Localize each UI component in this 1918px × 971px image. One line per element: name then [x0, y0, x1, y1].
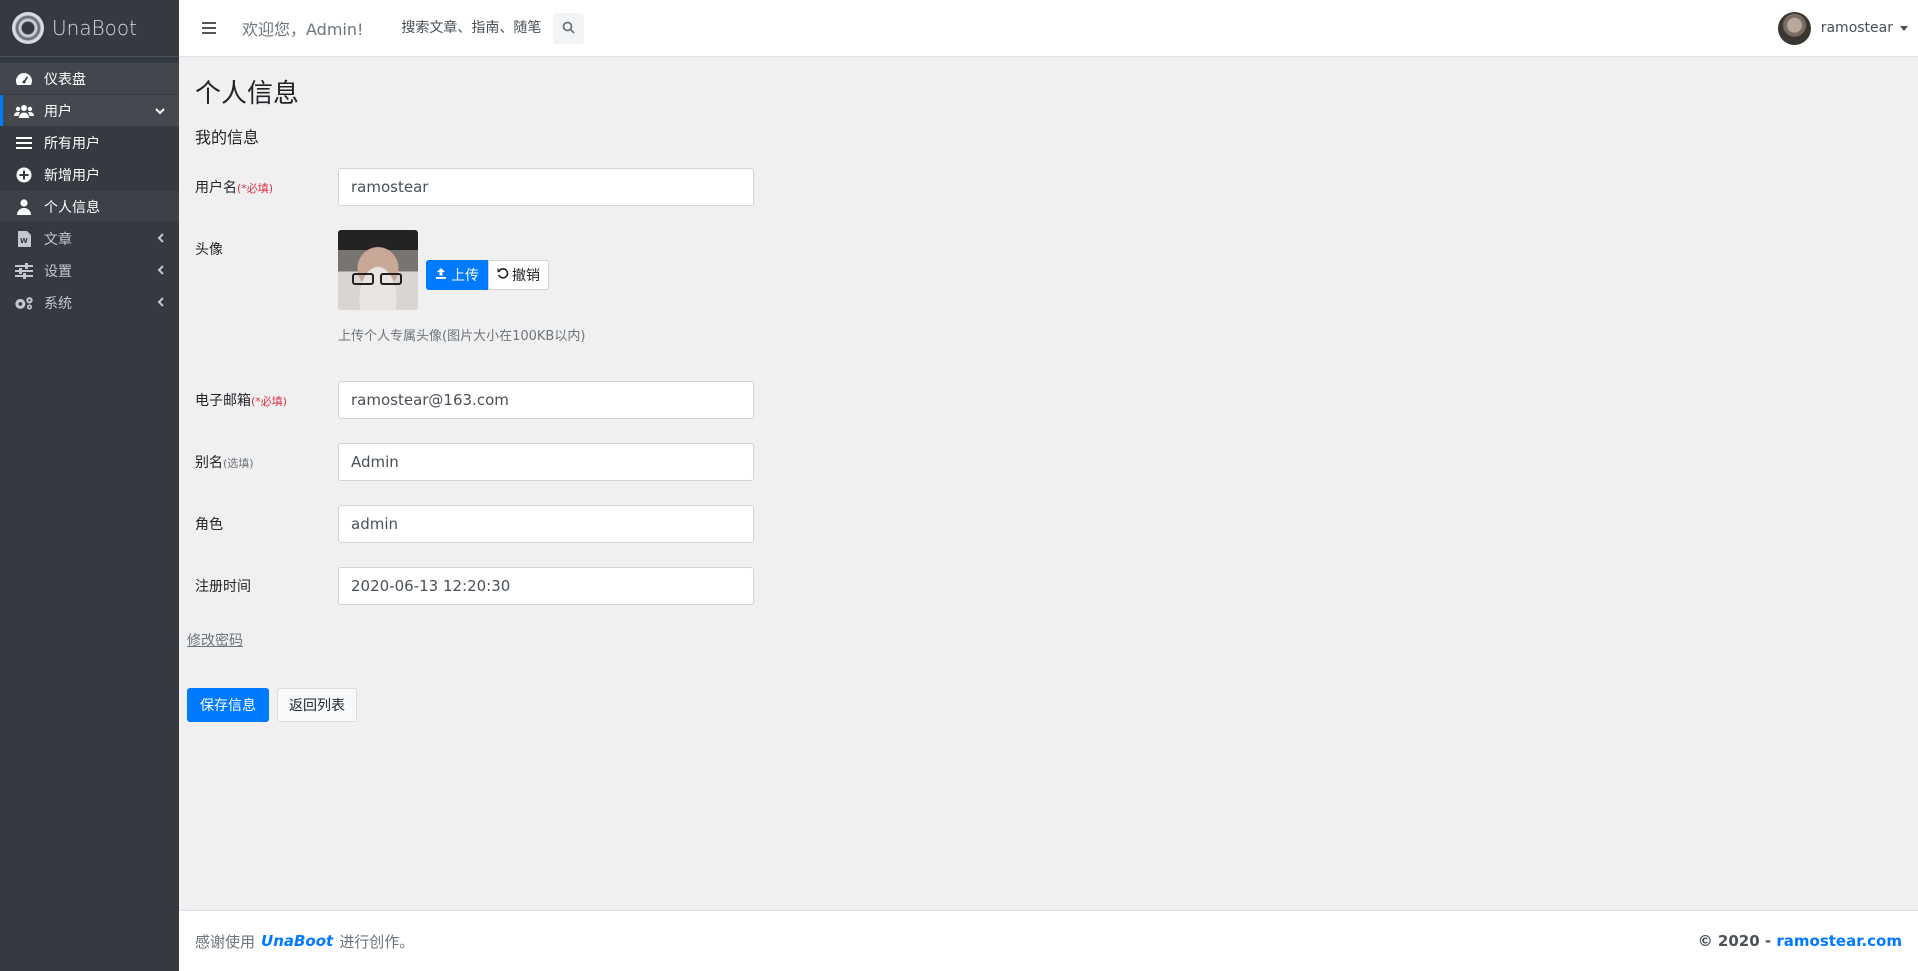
sidebar-item-label: 仪表盘	[44, 71, 86, 88]
username-label-text: 用户名	[195, 180, 237, 196]
sidebar-item-users[interactable]: 用户	[0, 95, 179, 126]
sidebar-item-settings[interactable]: 设置	[0, 255, 179, 286]
sidebar-item-dashboard[interactable]: 仪表盘	[0, 63, 179, 94]
cogs-icon	[14, 295, 34, 311]
search-input[interactable]	[401, 12, 552, 44]
glasses-detail	[352, 273, 404, 285]
sidebar-item-all-users[interactable]: 所有用户	[0, 127, 179, 158]
upload-button[interactable]: 上传	[426, 260, 488, 290]
brand[interactable]: UnaBoot	[0, 0, 179, 57]
copyright-text: © 2020 -	[1697, 932, 1772, 950]
undo-button[interactable]: 撤销	[488, 260, 549, 290]
welcome-text: 欢迎您，Admin!	[242, 20, 364, 39]
list-icon	[14, 136, 34, 150]
avatar-preview	[338, 230, 418, 310]
registered-field[interactable]: 2020-06-13 12:20:30	[338, 567, 754, 605]
avatar	[1777, 11, 1811, 45]
dashboard-icon	[14, 71, 34, 87]
sidebar-item-label: 新增用户	[44, 167, 100, 184]
save-button[interactable]: 保存信息	[187, 688, 269, 722]
sidebar-item-label: 设置	[44, 263, 72, 280]
chevron-left-icon	[157, 232, 165, 246]
footer: 感谢使用 UnaBoot 进行创作。 © 2020 - ramostear.co…	[179, 910, 1918, 971]
chevron-down-icon	[155, 104, 165, 118]
required-hint: (*必填)	[251, 395, 288, 408]
caret-down-icon	[1900, 25, 1908, 31]
search-button[interactable]	[553, 12, 585, 44]
sidebar-item-label: 用户	[44, 103, 72, 120]
role-label: 角色	[195, 517, 223, 533]
alias-field[interactable]: Admin	[338, 443, 754, 481]
svg-text:W: W	[20, 237, 28, 245]
role-field[interactable]: admin	[338, 505, 754, 543]
user-name: ramostear	[1820, 20, 1893, 36]
brand-logo	[12, 12, 44, 44]
sidebar-item-label: 文章	[44, 231, 72, 248]
avatar-help-text: 上传个人专属头像(图片大小在100KB以内)	[338, 329, 586, 344]
upload-label: 上传	[451, 268, 479, 284]
brand-name: UnaBoot	[52, 16, 137, 40]
user-menu[interactable]: ramostear	[1777, 11, 1908, 45]
top-navbar: 欢迎您，Admin! ramostear	[179, 0, 1918, 57]
alias-label: 别名(选填)	[195, 452, 254, 472]
sliders-icon	[14, 262, 34, 279]
undo-icon	[497, 267, 509, 283]
registered-label: 注册时间	[195, 579, 251, 595]
user-icon	[14, 198, 34, 215]
username-field[interactable]: ramostear	[338, 168, 754, 206]
back-to-list-button[interactable]: 返回列表	[277, 688, 357, 722]
users-icon	[14, 104, 34, 118]
required-hint: (*必填)	[237, 182, 274, 195]
email-label: 电子邮箱(*必填)	[195, 390, 287, 410]
footer-site-link[interactable]: ramostear.com	[1776, 932, 1902, 950]
upload-icon	[435, 267, 447, 283]
page-title: 个人信息	[195, 79, 300, 109]
sidebar-item-label: 所有用户	[44, 135, 100, 152]
email-field[interactable]: ramostear@163.com	[338, 381, 754, 419]
search-icon	[562, 19, 576, 38]
chevron-left-icon	[157, 264, 165, 278]
sidebar-item-label: 个人信息	[44, 199, 100, 216]
footer-brand-link[interactable]: UnaBoot	[261, 932, 333, 950]
main-content: 个人信息 我的信息 用户名(*必填) ramostear 头像 上传 撤销 上传…	[179, 57, 1918, 910]
undo-label: 撤销	[512, 268, 540, 284]
sidebar: UnaBoot 仪表盘 用户 所有用户 新增用户 个人信息 W 文章 设置 系统	[0, 0, 179, 971]
document-icon: W	[14, 230, 34, 247]
footer-prefix: 感谢使用	[195, 932, 256, 951]
sidebar-item-label: 系统	[44, 295, 72, 312]
email-label-text: 电子邮箱	[195, 393, 251, 409]
change-password-link[interactable]: 修改密码	[187, 630, 243, 650]
section-title: 我的信息	[195, 128, 260, 147]
menu-toggle-icon[interactable]	[202, 22, 222, 34]
sidebar-nav: 仪表盘 用户 所有用户 新增用户 个人信息 W 文章 设置 系统	[0, 63, 179, 318]
footer-suffix: 进行创作。	[339, 932, 415, 951]
sidebar-item-profile[interactable]: 个人信息	[0, 191, 179, 222]
sidebar-item-system[interactable]: 系统	[0, 287, 179, 318]
sidebar-item-articles[interactable]: W 文章	[0, 223, 179, 254]
avatar-label: 头像	[195, 242, 223, 258]
username-label: 用户名(*必填)	[195, 177, 273, 197]
footer-copyright: © 2020 - ramostear.com	[1698, 932, 1902, 950]
search-form	[401, 12, 585, 44]
optional-hint: (选填)	[223, 457, 254, 470]
alias-label-text: 别名	[195, 455, 223, 471]
plus-circle-icon	[14, 167, 34, 183]
chevron-left-icon	[157, 296, 165, 310]
sidebar-item-add-user[interactable]: 新增用户	[0, 159, 179, 190]
